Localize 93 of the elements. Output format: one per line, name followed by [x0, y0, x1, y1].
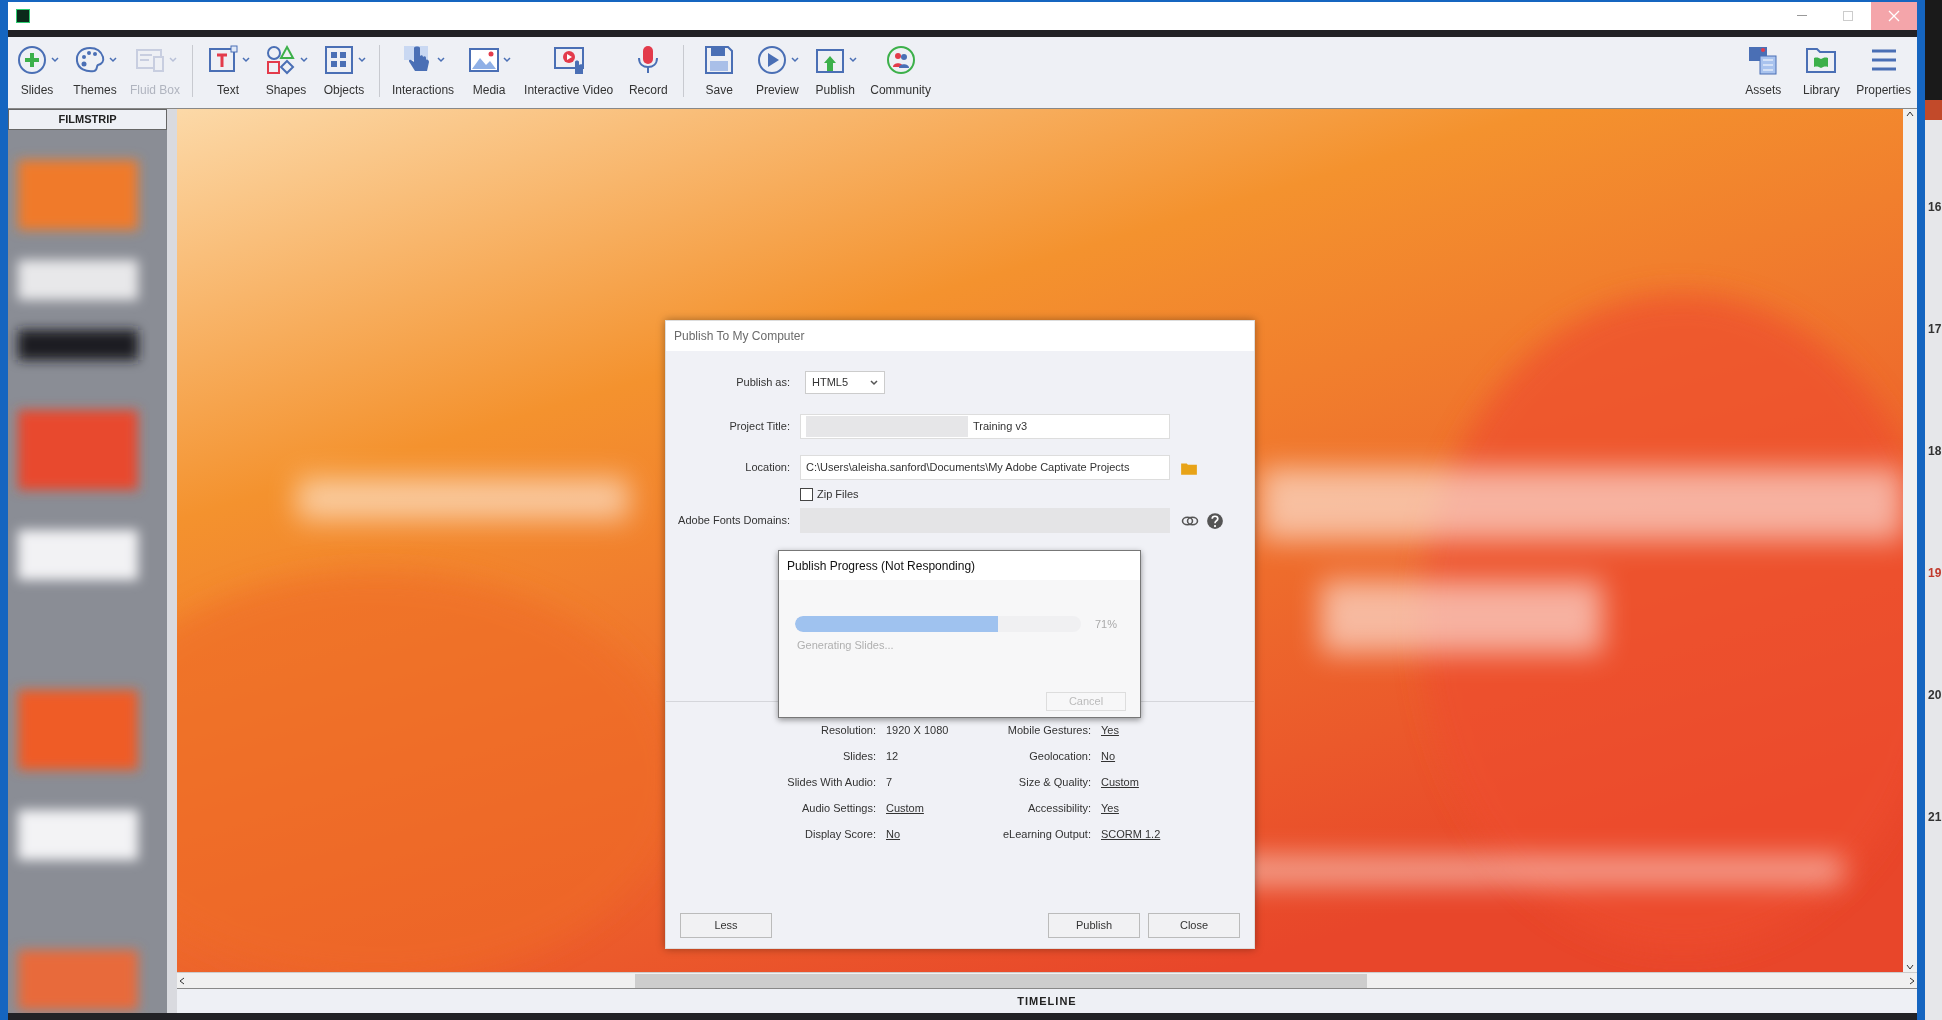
- toolbar-label: Library: [1802, 82, 1840, 99]
- app-logo-icon: [16, 9, 30, 23]
- toolbar-label: Save: [705, 82, 733, 99]
- location-field[interactable]: C:\Users\aleisha.sanford\Documents\My Adobe Captivate Projects: [800, 455, 1170, 480]
- field-label: Publish as:: [735, 375, 790, 391]
- close-button[interactable]: [1871, 2, 1917, 30]
- toolbar-button[interactable]: Shapes: [257, 41, 316, 103]
- setting-label: Resolution:: [819, 723, 876, 738]
- setting-link[interactable]: Custom: [886, 800, 976, 816]
- progress-percent: 71%: [1095, 617, 1118, 632]
- setting-link[interactable]: SCORM 1.2: [1101, 826, 1221, 842]
- toolbar-button[interactable]: Interactions: [386, 41, 461, 103]
- setting-label: Display Score:: [804, 827, 876, 842]
- toolbar-button[interactable]: Media: [460, 41, 519, 103]
- toolbar-label: Community: [870, 82, 931, 99]
- dialog-button[interactable]: Close: [1148, 913, 1240, 938]
- setting-label: Audio Settings:: [801, 801, 876, 816]
- toolbar-button[interactable]: Themes: [66, 41, 124, 103]
- toolbar-label: Themes: [73, 82, 117, 99]
- dialog-button[interactable]: Publish: [1048, 913, 1140, 938]
- setting-label: Slides With Audio:: [786, 775, 876, 790]
- toolbar-label: Text: [217, 82, 240, 99]
- toolbar-label: Record: [628, 82, 668, 99]
- dialog-title: Publish Progress (Not Responding): [787, 557, 976, 575]
- tab-strip[interactable]: [1925, 100, 1942, 120]
- vertical-scrollbar[interactable]: [1903, 109, 1917, 972]
- setting-value: 12: [886, 749, 900, 764]
- people-icon: [884, 44, 917, 76]
- setting-link[interactable]: No: [1101, 748, 1221, 764]
- row-number: 21: [1928, 810, 1942, 824]
- format-dropdown[interactable]: HTML5: [805, 371, 885, 394]
- toolbar-button[interactable]: Record: [619, 41, 678, 103]
- toolbar-button[interactable]: Text: [199, 41, 258, 103]
- toolbar-button[interactable]: Objects: [315, 41, 374, 103]
- toolbar-label: Shapes: [265, 82, 307, 99]
- play-icon: [755, 44, 788, 76]
- setting-value: 1920 X 1080: [886, 723, 950, 738]
- toolbar-button[interactable]: Save: [690, 41, 749, 103]
- caret-icon: [870, 379, 878, 386]
- grid-icon: [322, 44, 355, 76]
- setting-label: Slides:: [841, 749, 876, 764]
- field-label: Location:: [744, 460, 790, 476]
- setting-label: Mobile Gestures:: [1006, 723, 1091, 738]
- toolbar-label: Slides: [20, 82, 54, 99]
- setting-label: Size & Quality:: [1017, 775, 1091, 790]
- project-title-field[interactable]: Training v3: [800, 414, 1170, 439]
- setting-link[interactable]: Yes: [1101, 722, 1221, 738]
- setting-label: eLearning Output:: [1001, 827, 1091, 842]
- zip-files-checkbox[interactable]: Zip Files: [800, 480, 1170, 508]
- plus-circle-icon: [15, 44, 48, 76]
- shapes-icon: [264, 44, 297, 76]
- toolbar-button[interactable]: Slides: [8, 41, 66, 103]
- setting-label: Accessibility:: [1027, 801, 1091, 816]
- toolbar-button[interactable]: Publish: [806, 41, 865, 103]
- toolbar-label: Preview: [755, 82, 799, 99]
- toolbar-label: Fluid Box: [130, 82, 181, 99]
- setting-link[interactable]: Custom: [1101, 774, 1221, 790]
- toolbar-button[interactable]: Library: [1792, 41, 1851, 103]
- maximize-icon: [1843, 11, 1853, 21]
- status-text: Generating Slides...: [797, 637, 894, 653]
- row-number: 17: [1928, 322, 1942, 336]
- toolbar-label: Properties: [1856, 82, 1911, 99]
- setting-value: 7: [886, 775, 894, 790]
- minimize-icon: [1797, 15, 1807, 17]
- setting-link[interactable]: Yes: [1101, 800, 1221, 816]
- row-number: 19: [1928, 566, 1942, 580]
- toolbar-label: Assets: [1745, 82, 1782, 99]
- field-label: Project Title:: [728, 419, 790, 435]
- dialog-button[interactable]: Less: [680, 913, 772, 938]
- row-number: 18: [1928, 444, 1942, 458]
- row-number: 16: [1928, 200, 1942, 214]
- setting-link[interactable]: No: [886, 826, 976, 842]
- row-number: 20: [1928, 688, 1942, 702]
- help-icon[interactable]: [1206, 511, 1224, 530]
- toolbar-label: Publish: [815, 82, 855, 99]
- film-image-icon: [1747, 44, 1780, 76]
- field-label: Adobe Fonts Domains:: [677, 513, 790, 529]
- panel-title: FILMSTRIP: [58, 112, 117, 128]
- toolbar-label: Media: [472, 82, 506, 99]
- toolbar-button[interactable]: Properties: [1850, 41, 1917, 103]
- toolbar-button[interactable]: Interactive Video: [518, 41, 620, 103]
- toolbar-button[interactable]: Community: [864, 41, 937, 103]
- close-icon: [1888, 10, 1900, 22]
- video-play-icon: [552, 44, 585, 76]
- toolbar-label: Interactive Video: [524, 82, 614, 99]
- dialog-title: Publish To My Computer: [674, 328, 805, 345]
- toolbar-label: Objects: [323, 82, 365, 99]
- toolbar-button[interactable]: Assets: [1734, 41, 1793, 103]
- horizontal-scrollbar[interactable]: [177, 972, 1917, 988]
- toolbar-button[interactable]: Preview: [748, 41, 807, 103]
- setting-label: Geolocation:: [1028, 749, 1091, 764]
- toolbar-label: Interactions: [392, 82, 455, 99]
- panel-title: TIMELINE: [1017, 993, 1077, 1009]
